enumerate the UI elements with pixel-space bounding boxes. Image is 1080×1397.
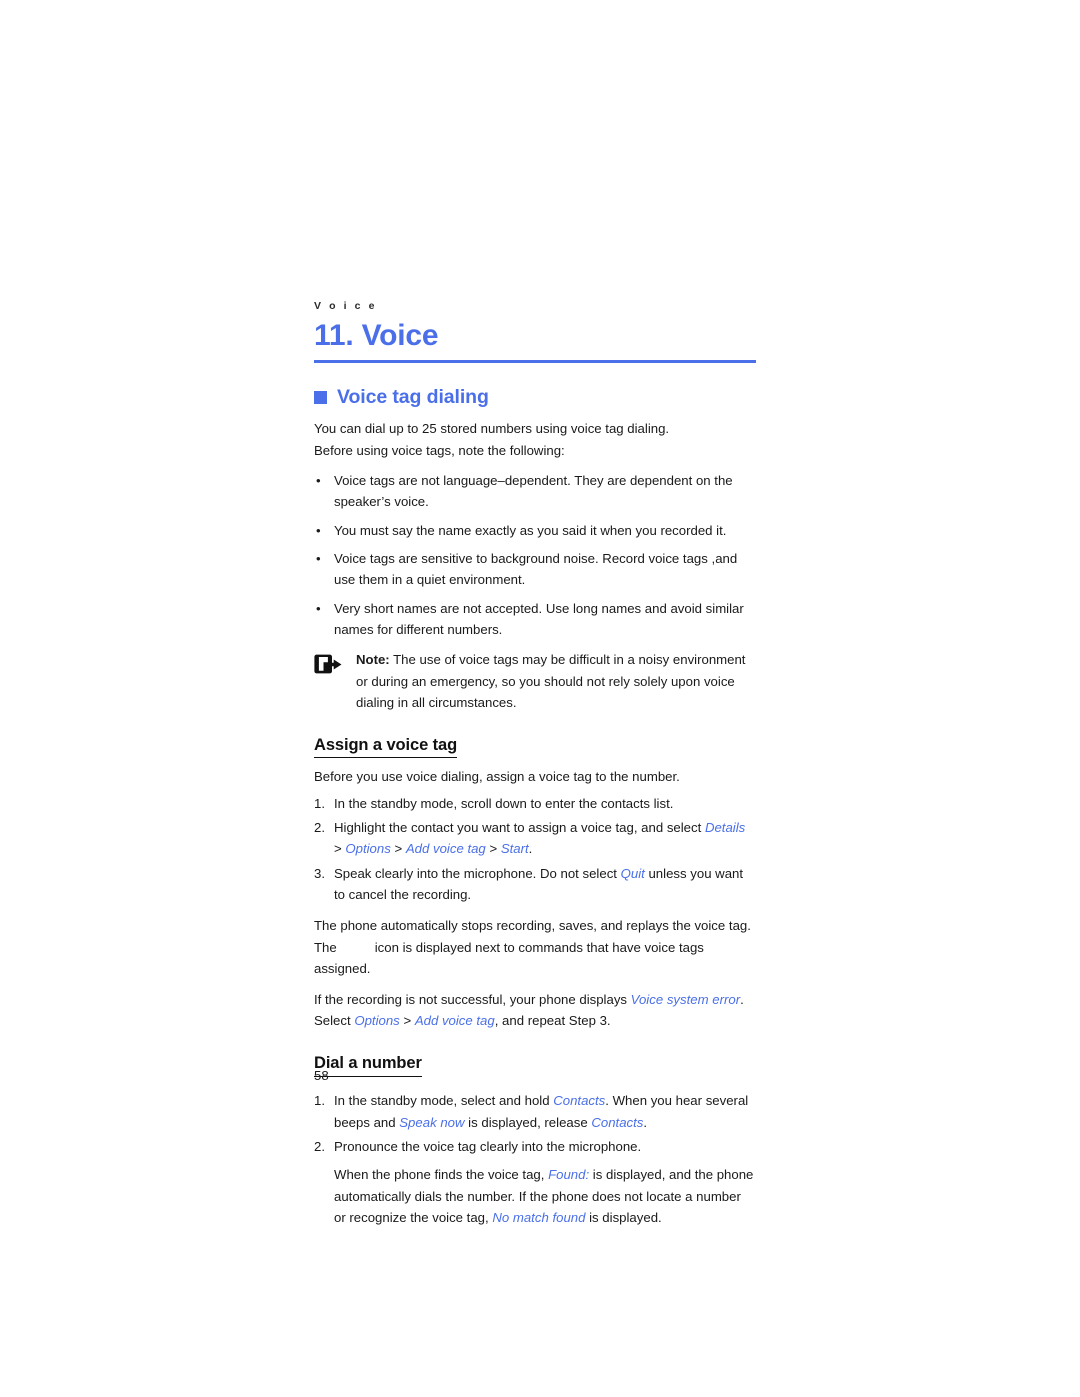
sub-prefix: When the phone finds the voice tag, [334,1167,549,1183]
step-number: 1. [314,795,325,811]
assign-voice-tag-section: Assign a voice tag [314,714,756,767]
ui-term-no-match-found: No match found [492,1210,586,1226]
separator: > [334,841,346,857]
bullet-dot-icon: • [316,600,321,616]
step-text: Speak clearly into the microphone. Do no… [334,866,743,902]
separator: > [390,841,406,857]
list-item-text: You must say the name exactly as you sai… [334,522,727,538]
section-heading-label: Voice tag dialing [337,385,489,408]
step-number: 2. [314,820,325,836]
ui-term-add-voice-tag: Add voice tag [405,841,486,857]
assign-after-line-2: The icon is displayed next to commands th… [314,937,756,980]
dial-a-number-section: Dial a number [314,1032,756,1085]
list-item: 2. Pronounce the voice tag clearly into … [314,1136,756,1229]
ui-term-details: Details [704,820,746,836]
assign-after-line-1: The phone automatically stops recording,… [314,917,751,933]
notes-bullet-list: • Voice tags are not language–dependent.… [314,470,756,641]
ui-term-speak-now: Speak now [399,1114,465,1130]
step-text-prefix: In the standby mode, select and hold [334,1093,554,1109]
step-number: 2. [314,1138,325,1154]
list-item: 1. In the standby mode, scroll down to e… [314,793,756,814]
assign-intro: Before you use voice dialing, assign a v… [314,769,680,785]
ui-term-voice-system-error: Voice system error [630,991,741,1007]
intro-paragraph-1: You can dial up to 25 stored numbers usi… [314,421,670,437]
ui-term-quit: Quit [620,865,645,881]
error-text-suffix: , and repeat Step 3. [494,1013,611,1029]
list-item: • Very short names are not accepted. Use… [314,598,756,641]
ui-term-options: Options [354,1013,400,1029]
step-text-prefix: Highlight the contact you want to assign… [334,820,705,836]
list-item: • Voice tags are sensitive to background… [314,548,756,591]
step-number: 1. [314,1093,325,1109]
step-text-mid-2: is displayed, release [464,1114,592,1130]
error-text-prefix: If the recording is not successful, your… [314,991,631,1007]
step-number: 3. [314,865,325,881]
page-number: 58 [314,1068,329,1083]
list-item: 3. Speak clearly into the microphone. Do… [314,863,756,906]
list-item-text: Very short names are not accepted. Use l… [334,600,744,638]
bullet-dot-icon: • [316,522,321,538]
bullet-dot-icon: • [316,472,321,488]
note-text: Note: The use of voice tags may be diffi… [356,649,756,713]
list-item: • You must say the name exactly as you s… [314,520,756,541]
bullet-dot-icon: • [316,550,321,566]
step-text: In the standby mode, select and hold Con… [334,1093,748,1129]
step-text-suffix: . [643,1114,648,1130]
ui-term-found: Found: [548,1167,590,1183]
ui-term-contacts: Contacts [591,1114,644,1130]
assign-after-suffix: icon is displayed next to commands that … [314,939,704,977]
step-sub-paragraph: When the phone finds the voice tag, Foun… [334,1164,756,1228]
step-text-suffix: . [528,841,533,857]
note-arrow-icon [314,652,344,676]
list-item: • Voice tags are not language–dependent.… [314,470,756,513]
list-item: 1. In the standby mode, select and hold … [314,1090,756,1133]
list-item-text: Voice tags are sensitive to background n… [334,550,738,588]
assign-after-line-3: If the recording is not successful, your… [314,989,756,1032]
dial-steps-list: 1. In the standby mode, select and hold … [314,1090,756,1228]
sub-suffix: is displayed. [585,1210,662,1226]
manual-page: V o i c e 11. Voice Voice tag dialing Yo… [314,300,756,1231]
title-divider [314,360,756,363]
note-callout: Note: The use of voice tags may be diffi… [314,649,756,713]
ui-term-start: Start [500,841,529,857]
step-text: Highlight the contact you want to assign… [334,820,745,856]
note-body: The use of voice tags may be difficult i… [356,652,746,711]
intro-paragraph-2: Before using voice tags, note the follow… [314,443,565,459]
dial-a-number-heading: Dial a number [314,1054,422,1078]
list-item-text: Voice tags are not language–dependent. T… [334,472,733,510]
separator: > [399,1013,415,1029]
ui-term-add-voice-tag: Add voice tag [414,1013,495,1029]
note-label: Note: [356,652,390,668]
chapter-title: 11. Voice [314,318,439,352]
square-bullet-icon [314,391,327,405]
assign-steps-list: 1. In the standby mode, scroll down to e… [314,793,756,906]
step-text: In the standby mode, scroll down to ente… [334,795,674,811]
ui-term-options: Options [345,841,391,857]
running-header: V o i c e [314,300,378,312]
section-heading: Voice tag dialing [314,386,756,408]
step-text-prefix: Speak clearly into the microphone. Do no… [334,865,621,881]
ui-term-contacts: Contacts [553,1093,606,1109]
step-text: Pronounce the voice tag clearly into the… [334,1138,642,1154]
list-item: 2. Highlight the contact you want to ass… [314,817,756,860]
assign-voice-tag-heading: Assign a voice tag [314,736,457,759]
assign-after-prefix: The [314,939,337,955]
separator: > [485,841,501,857]
